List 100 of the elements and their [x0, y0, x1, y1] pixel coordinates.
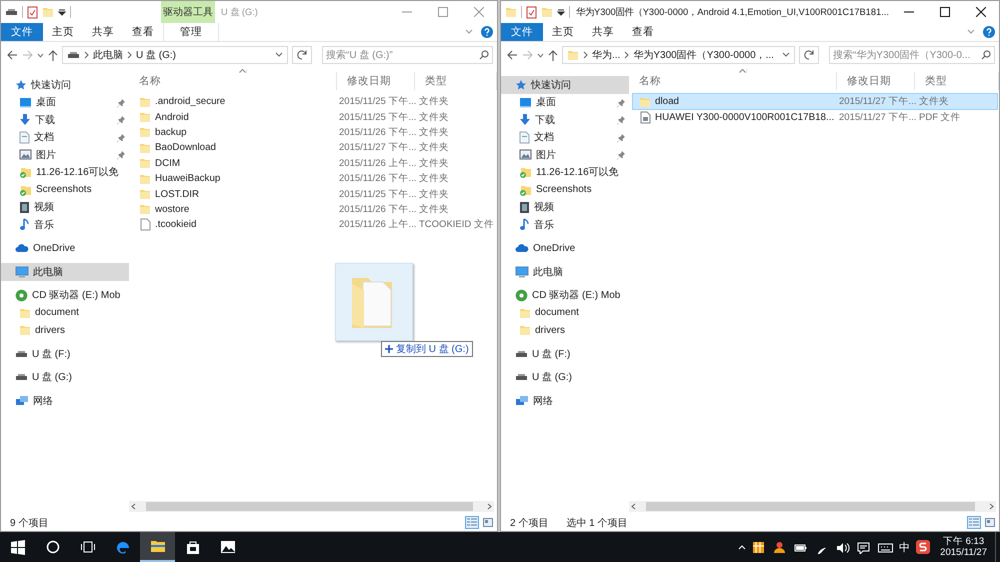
ribbon-tab[interactable]: 文件: [501, 23, 543, 41]
file-name[interactable]: wostore: [155, 204, 190, 215]
ribbon-tab[interactable]: 文件: [1, 23, 43, 41]
sidebar-item[interactable]: 11.26-12.16可以免: [1, 164, 129, 181]
breadcrumb[interactable]: 此电脑: [93, 48, 123, 62]
ribbon-tab[interactable]: 共享: [583, 23, 623, 41]
file-name[interactable]: .android_secure: [155, 96, 226, 108]
sidebar-item[interactable]: 网络: [501, 392, 629, 410]
file-date: 2015/11/27 下午...: [338, 141, 415, 154]
sidebar-item[interactable]: OneDrive: [501, 240, 629, 257]
status-text: 选中 1 个项目: [566, 516, 628, 530]
column-header[interactable]: 修改日期: [837, 72, 915, 90]
sidebar-label: 下载: [535, 114, 555, 127]
sidebar-label: 11.26-12.16可以免: [36, 166, 119, 180]
sidebar-label: document: [535, 307, 579, 318]
sidebar-label: 文档: [534, 130, 554, 144]
sidebar-item[interactable]: U 盘 (G:): [501, 368, 629, 386]
sidebar-label: 音乐: [34, 218, 54, 232]
sidebar-label: U 盘 (F:): [532, 348, 570, 361]
sidebar-item[interactable]: 下载: [1, 111, 129, 128]
sidebar-item[interactable]: 视频: [501, 198, 629, 216]
file-name[interactable]: BaoDownload: [155, 142, 216, 154]
ribbon-tab[interactable]: 查看: [123, 23, 163, 41]
sidebar-item[interactable]: 下载: [501, 111, 629, 128]
sidebar-item[interactable]: CD 驱动器 (E:) Mob: [501, 286, 629, 304]
file-type: 文件夹: [418, 95, 450, 108]
sidebar-item[interactable]: U 盘 (F:): [501, 345, 629, 362]
sidebar-label: 音乐: [534, 218, 554, 232]
file-type: 文件夹: [418, 110, 450, 124]
sidebar-item[interactable]: 此电脑: [1, 263, 129, 280]
file-name[interactable]: DCIM: [155, 158, 180, 169]
sidebar-item[interactable]: drivers: [1, 322, 129, 339]
sidebar-item[interactable]: 图片: [501, 146, 629, 164]
sidebar-item[interactable]: 图片: [1, 146, 129, 164]
sidebar-item[interactable]: 文档: [501, 128, 629, 146]
sidebar-label: U 盘 (G:): [532, 371, 572, 384]
file-date: 2015/11/25 下午...: [338, 95, 415, 108]
clock[interactable]: 下午 6:13 2015/11/27: [936, 536, 991, 558]
file-name[interactable]: HUAWEI Y300-0000V100R001C17B18...: [655, 112, 834, 123]
sidebar-item[interactable]: 快速访问: [501, 76, 629, 94]
sidebar-item[interactable]: CD 驱动器 (E:) Mob: [1, 286, 129, 304]
file-name[interactable]: dload: [655, 96, 679, 108]
sidebar-item[interactable]: 音乐: [1, 216, 129, 234]
column-header[interactable]: 修改日期: [337, 72, 415, 90]
window-title: 华为Y300固件（Y300-0000，Android 4.1,Emotion_UI,V100R001C17B181...: [575, 6, 890, 18]
breadcrumb[interactable]: 华为Y300固件（Y300-0000，...: [633, 48, 774, 62]
sidebar-item[interactable]: 桌面: [1, 94, 129, 111]
ribbon-tab[interactable]: 主页: [43, 23, 83, 41]
sidebar-item[interactable]: document: [1, 304, 129, 322]
search-field[interactable]: 搜索“U 盘 (G:)”: [322, 46, 493, 64]
file-name[interactable]: LOST.DIR: [155, 188, 200, 200]
sidebar-label: 快速访问: [531, 78, 571, 92]
column-header[interactable]: 名称: [129, 72, 337, 90]
file-type: 文件夹: [918, 95, 950, 108]
ribbon-tab[interactable]: 共享: [83, 23, 123, 41]
file-name[interactable]: Android: [155, 112, 189, 123]
drag-tooltip: 复制到 U 盘 (G:): [381, 341, 473, 357]
file-type: PDF 文件: [918, 110, 962, 124]
sidebar-item[interactable]: 快速访问: [1, 76, 129, 94]
file-type: 文件夹: [418, 141, 450, 154]
sidebar-label: 下载: [35, 114, 55, 127]
sidebar-item[interactable]: document: [501, 304, 629, 322]
sidebar-item[interactable]: 文档: [1, 128, 129, 146]
breadcrumb[interactable]: U 盘 (G:): [136, 48, 176, 62]
file-name[interactable]: .tcookieid: [155, 219, 196, 230]
sidebar-item[interactable]: 音乐: [501, 216, 629, 234]
file-type: 文件夹: [418, 156, 450, 170]
sidebar-label: 网络: [533, 394, 553, 408]
sidebar-item[interactable]: 此电脑: [501, 263, 629, 280]
file-date: 2015/11/26 下午...: [338, 126, 415, 139]
input-method-indicator[interactable]: 中: [899, 540, 910, 554]
file-type: 文件夹: [418, 202, 450, 216]
sidebar-item[interactable]: U 盘 (G:): [1, 368, 129, 386]
column-header[interactable]: 类型: [915, 72, 999, 90]
sidebar-label: Screenshots: [536, 184, 592, 196]
file-row[interactable]: dload 2015/11/27 下午... 文件夹: [633, 94, 997, 110]
sidebar-item[interactable]: U 盘 (F:): [1, 345, 129, 362]
sidebar-item[interactable]: 网络: [1, 392, 129, 410]
sidebar-item[interactable]: 桌面: [501, 94, 629, 111]
sidebar-label: 11.26-12.16可以免: [536, 166, 619, 180]
sidebar-item[interactable]: OneDrive: [1, 240, 129, 257]
sidebar-item[interactable]: drivers: [501, 322, 629, 339]
column-header[interactable]: 类型: [415, 72, 497, 90]
sidebar-item[interactable]: 11.26-12.16可以免: [501, 164, 629, 181]
sidebar-label: 桌面: [536, 96, 556, 110]
sidebar-item[interactable]: Screenshots: [501, 181, 629, 198]
ribbon-tab[interactable]: 主页: [543, 23, 583, 41]
ribbon-tab[interactable]: 查看: [623, 23, 663, 41]
sidebar-label: 图片: [536, 148, 556, 162]
address-bar[interactable]: 此电脑 U 盘 (G:): [62, 46, 288, 64]
file-name[interactable]: HuaweiBackup: [155, 173, 220, 184]
search-field[interactable]: 搜索“华为Y300固件（Y300-0...: [828, 46, 995, 64]
breadcrumb[interactable]: 华为...: [592, 48, 620, 62]
file-name[interactable]: backup: [155, 126, 187, 138]
column-header[interactable]: 名称: [629, 72, 837, 90]
address-bar[interactable]: 华为... 华为Y300固件（Y300-0000，...: [562, 46, 795, 64]
file-date: 2015/11/25 下午...: [338, 110, 415, 124]
sidebar-item[interactable]: Screenshots: [1, 181, 129, 198]
sidebar-item[interactable]: 视频: [1, 198, 129, 216]
ribbon-tab[interactable]: 管理: [163, 23, 219, 41]
